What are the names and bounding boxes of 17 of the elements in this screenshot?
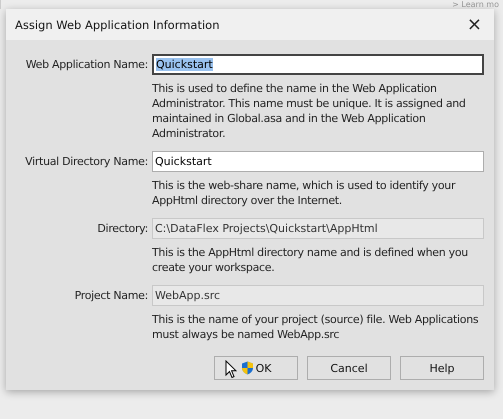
field-label: Virtual Directory Name:	[24, 155, 149, 168]
dialog-button[interactable]: Help	[400, 356, 484, 380]
field-label: Directory:	[96, 222, 149, 235]
field-label: Project Name:	[74, 289, 149, 302]
field-description: This is used to define the name in the Web Application Administrator. This name must be unique. It is assigned and maintained in Global.asa and in the Web Application Administrator.	[152, 81, 467, 141]
text-field[interactable]: Quickstart	[152, 54, 484, 75]
close-button[interactable]: ×	[462, 14, 486, 35]
field-label: Web Application Name:	[24, 58, 149, 71]
window-title: Assign Web Application Information	[15, 18, 220, 32]
shield-icon	[240, 361, 254, 375]
field-description: This is the name of your project (source) file. Web Applications must always be named WebApp.src	[152, 312, 480, 342]
field-description: This is the AppHtml directory name and is defined when you create your workspace.	[152, 245, 469, 275]
text-field[interactable]: Quickstart	[152, 151, 484, 172]
dialog-button[interactable]: OK	[214, 356, 298, 380]
field-description: This is the web-share name, which is used to identify your AppHtml directory over the Internet.	[152, 178, 456, 208]
dialog-button[interactable]: Cancel	[307, 356, 391, 380]
mouse-cursor-icon	[225, 360, 237, 379]
